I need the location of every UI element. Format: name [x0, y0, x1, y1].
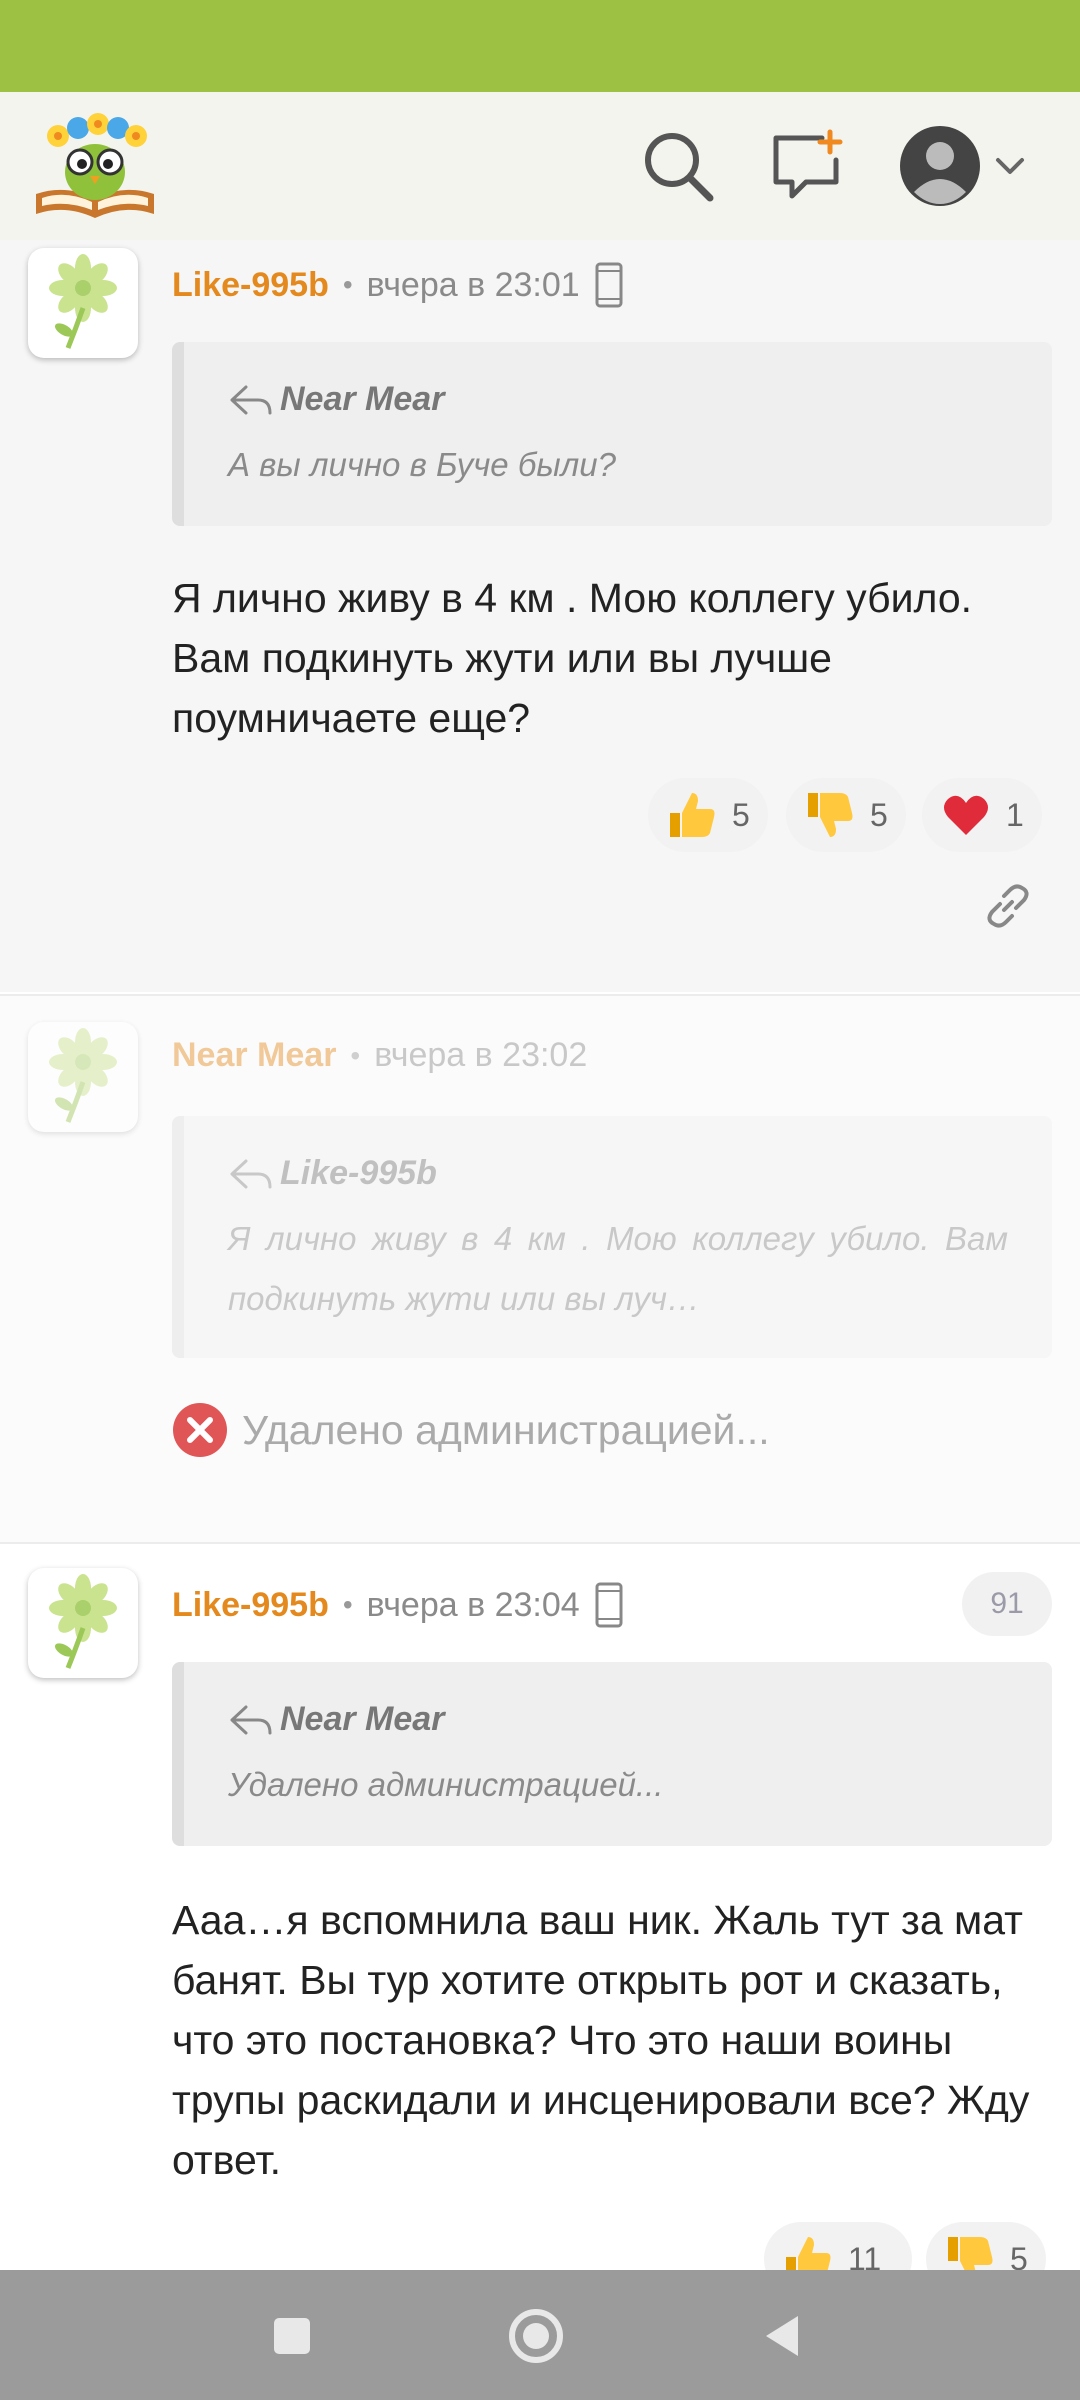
separator-dot: •: [350, 1039, 361, 1071]
comment-body: Я лично живу в 4 км . Мою коллегу убило.…: [172, 575, 973, 741]
comment: Like-995b • вчера в 23:04 91 Near Mear У…: [0, 1542, 1080, 2296]
triangle-back-icon[interactable]: [752, 2304, 816, 2368]
quoted-reply[interactable]: Like-995b Я лично живу в 4 км . Мою колл…: [172, 1116, 1052, 1358]
comment-author[interactable]: Near Mear: [172, 1036, 336, 1075]
reply-arrow-icon: [230, 385, 272, 414]
deleted-text: Удалено администрацией...: [242, 1406, 770, 1453]
comment-meta: Near Mear • вчера в 23:02: [172, 1036, 587, 1075]
profile-menu[interactable]: [898, 120, 1038, 212]
dislike-button[interactable]: 5: [786, 778, 906, 852]
comment-time[interactable]: вчера в 23:04: [367, 1586, 580, 1625]
rating-badge[interactable]: 91: [962, 1572, 1052, 1636]
comment-time[interactable]: вчера в 23:01: [367, 266, 580, 305]
comment-avatar[interactable]: [28, 1022, 138, 1132]
like-count: 5: [732, 796, 750, 833]
owl-logo-icon[interactable]: [30, 106, 160, 224]
deleted-x-icon: [173, 1403, 227, 1457]
quote-author-row: Near Mear: [228, 380, 1052, 419]
comment-body: Ааа…я вспомнила ваш ник. Жаль тут за мат…: [172, 1897, 1030, 2183]
comment-avatar[interactable]: [28, 248, 138, 358]
quote-text: А вы лично в Буче были?: [228, 446, 616, 483]
separator-dot: •: [342, 269, 353, 300]
circle-icon[interactable]: [504, 2304, 568, 2368]
status-bar: [0, 0, 1080, 92]
flower-icon: [49, 1574, 117, 1669]
quote-author: Near Mear: [280, 380, 445, 418]
separator-dot: •: [342, 1589, 353, 1620]
thumbs-up-icon: [670, 793, 715, 837]
comment-time[interactable]: вчера в 23:02: [374, 1036, 587, 1075]
comment: Near Mear • вчера в 23:02 Like-995b Я ли…: [0, 994, 1080, 1544]
like-button[interactable]: 5: [648, 778, 768, 852]
quoted-reply[interactable]: Near Mear А вы лично в Буче были?: [172, 342, 1052, 526]
flower-icon: [49, 254, 117, 349]
heart-button[interactable]: 1: [922, 778, 1042, 852]
comment-author[interactable]: Like-995b: [172, 266, 329, 305]
user-avatar-icon: [900, 126, 980, 206]
thumbs-down-icon: [808, 793, 853, 837]
new-post-icon[interactable]: [770, 128, 846, 204]
quote-author-row: Near Mear: [228, 1700, 1052, 1739]
quote-author: Near Mear: [280, 1700, 445, 1738]
deleted-notice: Удалено администрацией...: [172, 1402, 770, 1458]
dislike-count: 5: [870, 796, 888, 833]
reply-arrow-icon: [230, 1159, 272, 1188]
link-icon[interactable]: [982, 880, 1034, 932]
heart-count: 1: [1006, 796, 1024, 833]
mobile-phone-icon: [595, 262, 623, 308]
comment-avatar[interactable]: [28, 1568, 138, 1678]
quote-text: Я лично живу в 4 км . Мою коллегу убило.…: [228, 1220, 1008, 1317]
quote-author-row: Like-995b: [228, 1154, 1052, 1193]
mobile-phone-icon: [595, 1582, 623, 1628]
heart-icon: [944, 795, 988, 835]
quote-text: Удалено администрацией...: [228, 1766, 664, 1803]
comment-meta: Like-995b • вчера в 23:01: [172, 262, 624, 308]
comment: Like-995b • вчера в 23:01 Near Mear А вы…: [0, 240, 1080, 992]
quoted-reply[interactable]: Near Mear Удалено администрацией...: [172, 1662, 1052, 1846]
flower-icon: [49, 1028, 117, 1123]
app-header: [0, 92, 1080, 242]
square-icon[interactable]: [260, 2304, 324, 2368]
reply-arrow-icon: [230, 1705, 272, 1734]
system-nav-bar: [0, 2270, 1080, 2400]
chevron-down-icon: [996, 158, 1024, 174]
quote-author: Like-995b: [280, 1154, 437, 1192]
comment-meta: Like-995b • вчера в 23:04: [172, 1582, 624, 1628]
comment-author[interactable]: Like-995b: [172, 1586, 329, 1625]
search-icon[interactable]: [640, 128, 716, 204]
